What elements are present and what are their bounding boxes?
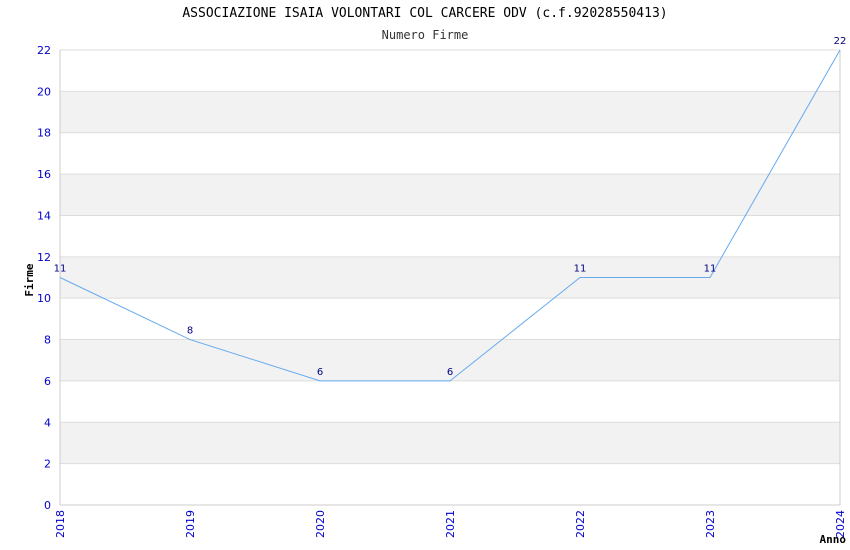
x-tick-label: 2020 — [314, 510, 327, 538]
data-label: 11 — [704, 264, 717, 275]
data-label: 6 — [317, 367, 323, 378]
x-tick-label: 2021 — [444, 510, 457, 538]
data-label: 8 — [187, 326, 193, 337]
y-tick-label: 20 — [37, 85, 51, 98]
y-tick-label: 10 — [37, 292, 51, 305]
y-tick-label: 0 — [44, 499, 51, 512]
y-tick-label: 4 — [44, 416, 51, 429]
y-tick-label: 2 — [44, 458, 51, 471]
grid-band — [60, 422, 840, 464]
y-tick-label: 6 — [44, 375, 51, 388]
x-tick-label: 2022 — [574, 510, 587, 538]
x-tick-label: 2019 — [184, 510, 197, 538]
data-label: 11 — [54, 264, 67, 275]
y-tick-label: 16 — [37, 168, 51, 181]
y-tick-label: 22 — [37, 44, 51, 57]
grid-band — [60, 91, 840, 133]
y-tick-label: 18 — [37, 127, 51, 140]
data-label: 11 — [574, 264, 587, 275]
data-label: 6 — [447, 367, 453, 378]
y-tick-label: 12 — [37, 251, 51, 264]
x-tick-label: 2018 — [54, 510, 67, 538]
x-axis-label: Anno — [820, 533, 847, 546]
data-label: 22 — [834, 36, 847, 47]
y-axis-label: Firme — [23, 263, 36, 296]
line-chart: 0246810121416182022 2018 2019 2020 2021 2022… — [23, 36, 847, 546]
y-tick-label: 8 — [44, 334, 51, 347]
grid-band — [60, 174, 840, 216]
y-tick-label: 14 — [37, 209, 51, 222]
grid-band — [60, 256, 840, 299]
x-tick-label: 2023 — [704, 510, 717, 538]
